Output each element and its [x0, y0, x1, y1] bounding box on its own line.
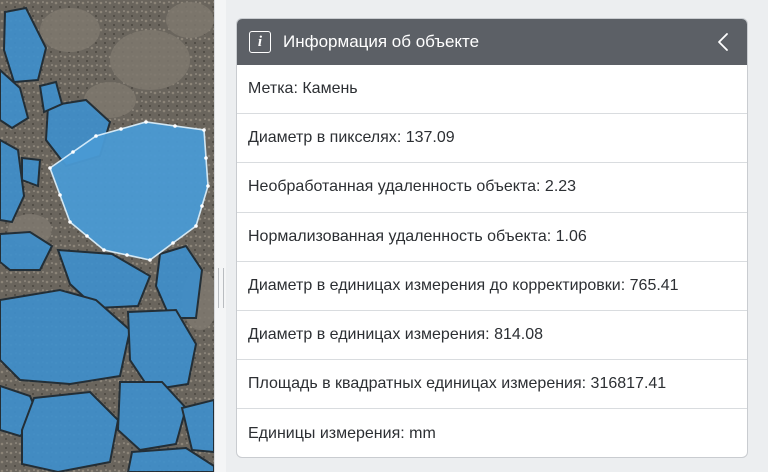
property-name: Единицы измерения: [248, 424, 401, 442]
info-pane: i Информация об объекте Метка: Камень Ди…: [226, 0, 768, 472]
property-row-normalized-remoteness: Нормализованная удаленность объекта: 1.0…: [237, 213, 747, 262]
property-name: Диаметр в единицах измерения до корректи…: [248, 276, 621, 294]
chevron-left-icon: [718, 33, 728, 51]
info-icon: i: [249, 31, 271, 53]
property-name: Площадь в квадратных единицах измерения: [248, 375, 582, 393]
property-name: Диаметр в пикселях: [248, 129, 397, 147]
object-info-panel: i Информация об объекте Метка: Камень Ди…: [236, 18, 748, 458]
property-name: Метка: [248, 80, 294, 98]
property-value: 765.41: [629, 276, 679, 294]
property-value: Камень: [302, 80, 358, 98]
property-row-raw-remoteness: Необработанная удаленность объекта: 2.23: [237, 163, 747, 213]
image-viewer[interactable]: [0, 0, 214, 472]
property-row-diameter-units: Диаметр в единицах измерения: 814.08: [237, 311, 747, 361]
panel-header: i Информация об объекте: [237, 19, 747, 65]
panel-title: Информация об объекте: [283, 32, 480, 51]
property-row-label: Метка: Камень: [237, 65, 747, 115]
property-value: 137.09: [405, 129, 455, 147]
property-row-area: Площадь в квадратных единицах измерения:…: [237, 360, 747, 410]
property-row-units: Единицы измерения: mm: [248, 424, 436, 442]
property-value: 316817.41: [590, 375, 667, 393]
property-row-pixel-diameter: Диаметр в пикселях: 137.09: [237, 114, 747, 164]
splitter-grip-icon[interactable]: [218, 268, 224, 308]
property-name: Диаметр в единицах измерения: [248, 326, 486, 344]
property-name: Нормализованная удаленность объекта: [248, 227, 547, 245]
segmentation-canvas[interactable]: [0, 0, 214, 472]
property-value: 814.08: [494, 326, 543, 344]
property-list: Метка: Камень Диаметр в пикселях: 137.09…: [237, 65, 747, 457]
app-root: i Информация об объекте Метка: Камень Ди…: [0, 0, 768, 472]
segment-stone[interactable]: [21, 156, 42, 188]
property-value: 1.06: [555, 227, 587, 245]
property-value: mm: [409, 424, 436, 442]
property-value: 2.23: [544, 178, 577, 196]
collapse-panel-button[interactable]: [713, 30, 733, 54]
property-name: Необработанная удаленность объекта: [248, 178, 537, 196]
property-row-diameter-before-correction: Диаметр в единицах измерения до корректи…: [237, 262, 747, 311]
